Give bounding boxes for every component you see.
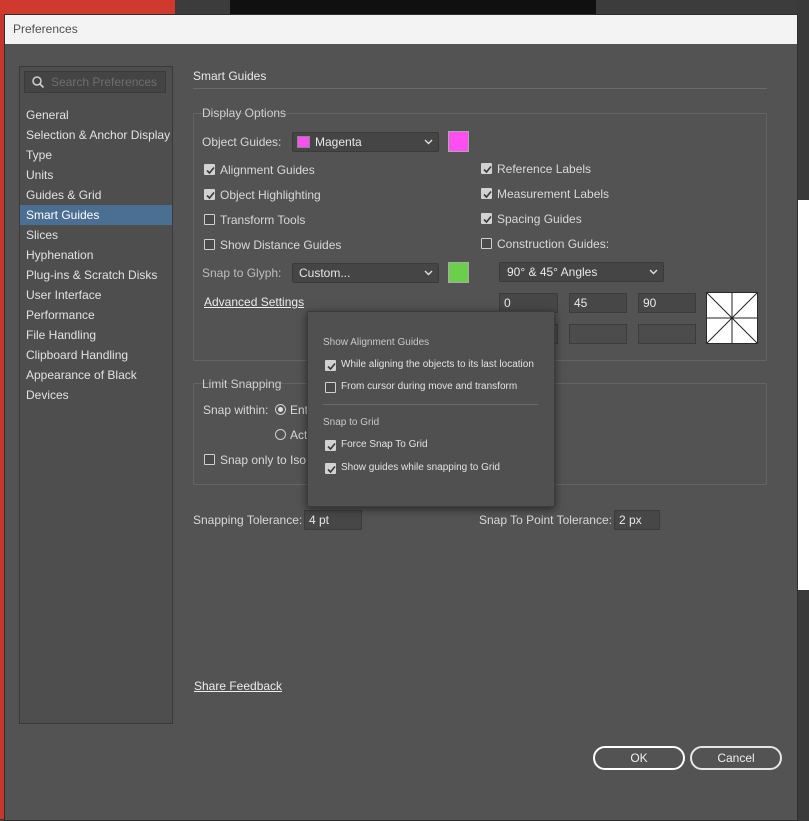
snap-within-label: Snap within: [203,403,269,417]
sidebar-item-smart-guides[interactable]: Smart Guides [20,205,172,225]
from-cursor-checkbox[interactable] [325,382,336,393]
align-last-location-checkbox[interactable] [325,360,336,371]
snap-within-radio-2-label: Act [290,428,308,442]
measurement-labels-label: Measurement Labels [497,187,610,201]
window-title: Preferences [5,15,797,44]
transform-tools-label: Transform Tools [220,213,306,227]
sidebar-item-performance[interactable]: Performance [20,305,172,325]
align-last-location-label: While aligning the objects to its last l… [341,359,534,370]
transform-tools-checkbox[interactable] [204,214,215,225]
limit-snapping-label: Limit Snapping [202,377,282,391]
snap-point-tolerance-input[interactable]: 2 px [614,510,660,530]
page-title: Smart Guides [193,69,267,83]
search-icon [32,76,45,89]
sidebar-item-selection-anchor-display[interactable]: Selection & Anchor Display [20,125,172,145]
sidebar-item-hyphenation[interactable]: Hyphenation [20,245,172,265]
construction-angles-dropdown[interactable]: 90° & 45° Angles [499,262,664,282]
sidebar-item-plugins-scratch-disks[interactable]: Plug-ins & Scratch Disks [20,265,172,285]
show-guides-grid-checkbox[interactable] [325,463,336,474]
angle-input-3[interactable]: 90 [638,293,696,313]
object-highlighting-label: Object Highlighting [220,188,321,202]
show-distance-guides-checkbox[interactable] [204,239,215,250]
spacing-guides-label: Spacing Guides [497,212,582,226]
snapping-tolerance-label: Snapping Tolerance: [193,513,303,527]
popup-section-title-alignment: Show Alignment Guides [323,337,430,348]
construction-angles-value: 90° & 45° Angles [507,265,598,279]
sidebar-item-type[interactable]: Type [20,145,172,165]
sidebar: General Selection & Anchor Display Type … [19,66,173,724]
snap-to-glyph-label: Snap to Glyph: [202,266,282,280]
reference-labels-label: Reference Labels [497,162,592,176]
snap-only-iso-label: Snap only to Iso [220,453,307,467]
snap-to-glyph-dropdown[interactable]: Custom... [292,263,439,283]
search-box[interactable] [24,71,166,93]
magenta-swatch [297,136,310,148]
snap-within-radio-2[interactable] [275,429,286,440]
chevron-down-icon [424,270,433,276]
angles-preview-icon [706,292,758,344]
sidebar-item-file-handling[interactable]: File Handling [20,325,172,345]
object-guides-value: Magenta [315,135,362,149]
preferences-dialog: Preferences General Selection & Anchor D… [4,14,798,821]
from-cursor-label: From cursor during move and transform [341,381,518,392]
angle-input-6[interactable] [638,324,696,344]
sidebar-item-slices[interactable]: Slices [20,225,172,245]
measurement-labels-checkbox[interactable] [481,188,492,199]
popup-section-title-grid: Snap to Grid [323,417,380,428]
object-guides-color-button[interactable] [448,131,469,152]
alignment-guides-label: Alignment Guides [220,163,315,177]
alignment-guides-checkbox[interactable] [204,164,215,175]
sidebar-item-appearance-of-black[interactable]: Appearance of Black [20,365,172,385]
object-highlighting-checkbox[interactable] [204,189,215,200]
snap-point-tolerance-label: Snap To Point Tolerance: [479,513,612,527]
angle-input-5[interactable] [569,324,627,344]
sidebar-item-user-interface[interactable]: User Interface [20,285,172,305]
cancel-button[interactable]: Cancel [690,746,782,770]
snap-only-iso-checkbox[interactable] [204,454,215,465]
chevron-down-icon [424,139,433,145]
construction-guides-checkbox[interactable] [481,238,492,249]
construction-guides-label: Construction Guides: [497,237,610,251]
chevron-down-icon [649,269,658,275]
canvas-background-top [0,0,175,14]
reference-labels-checkbox[interactable] [481,163,492,174]
object-guides-dropdown[interactable]: Magenta [292,132,439,152]
snapping-tolerance-input[interactable]: 4 pt [304,510,362,530]
advanced-settings-link[interactable]: Advanced Settings [204,295,304,309]
sidebar-item-clipboard-handling[interactable]: Clipboard Handling [20,345,172,365]
force-snap-grid-checkbox[interactable] [325,440,336,451]
share-feedback-link[interactable]: Share Feedback [194,679,282,693]
show-distance-guides-label: Show Distance Guides [220,238,342,252]
angle-input-2[interactable]: 45 [569,293,627,313]
sidebar-item-units[interactable]: Units [20,165,172,185]
divider [193,88,767,89]
angle-input-1[interactable]: 0 [499,293,558,313]
ok-button[interactable]: OK [593,746,685,770]
sidebar-nav: General Selection & Anchor Display Type … [20,105,172,405]
sidebar-item-guides-grid[interactable]: Guides & Grid [20,185,172,205]
object-guides-label: Object Guides: [202,135,282,149]
snap-to-glyph-value: Custom... [299,266,351,280]
snap-within-radio-1[interactable] [275,404,286,415]
sidebar-item-general[interactable]: General [20,105,172,125]
force-snap-grid-label: Force Snap To Grid [341,439,428,450]
spacing-guides-checkbox[interactable] [481,213,492,224]
snap-within-radio-1-label: Ent [290,403,309,417]
search-input[interactable] [51,74,161,90]
popup-divider [323,404,538,405]
snap-to-glyph-color-button[interactable] [448,262,469,283]
canvas-background-dark [230,0,596,14]
display-options-label: Display Options [202,106,287,120]
show-guides-grid-label: Show guides while snapping to Grid [341,462,500,473]
advanced-settings-popup: Show Alignment Guides While aligning the… [307,311,555,507]
sidebar-item-devices[interactable]: Devices [20,385,172,405]
